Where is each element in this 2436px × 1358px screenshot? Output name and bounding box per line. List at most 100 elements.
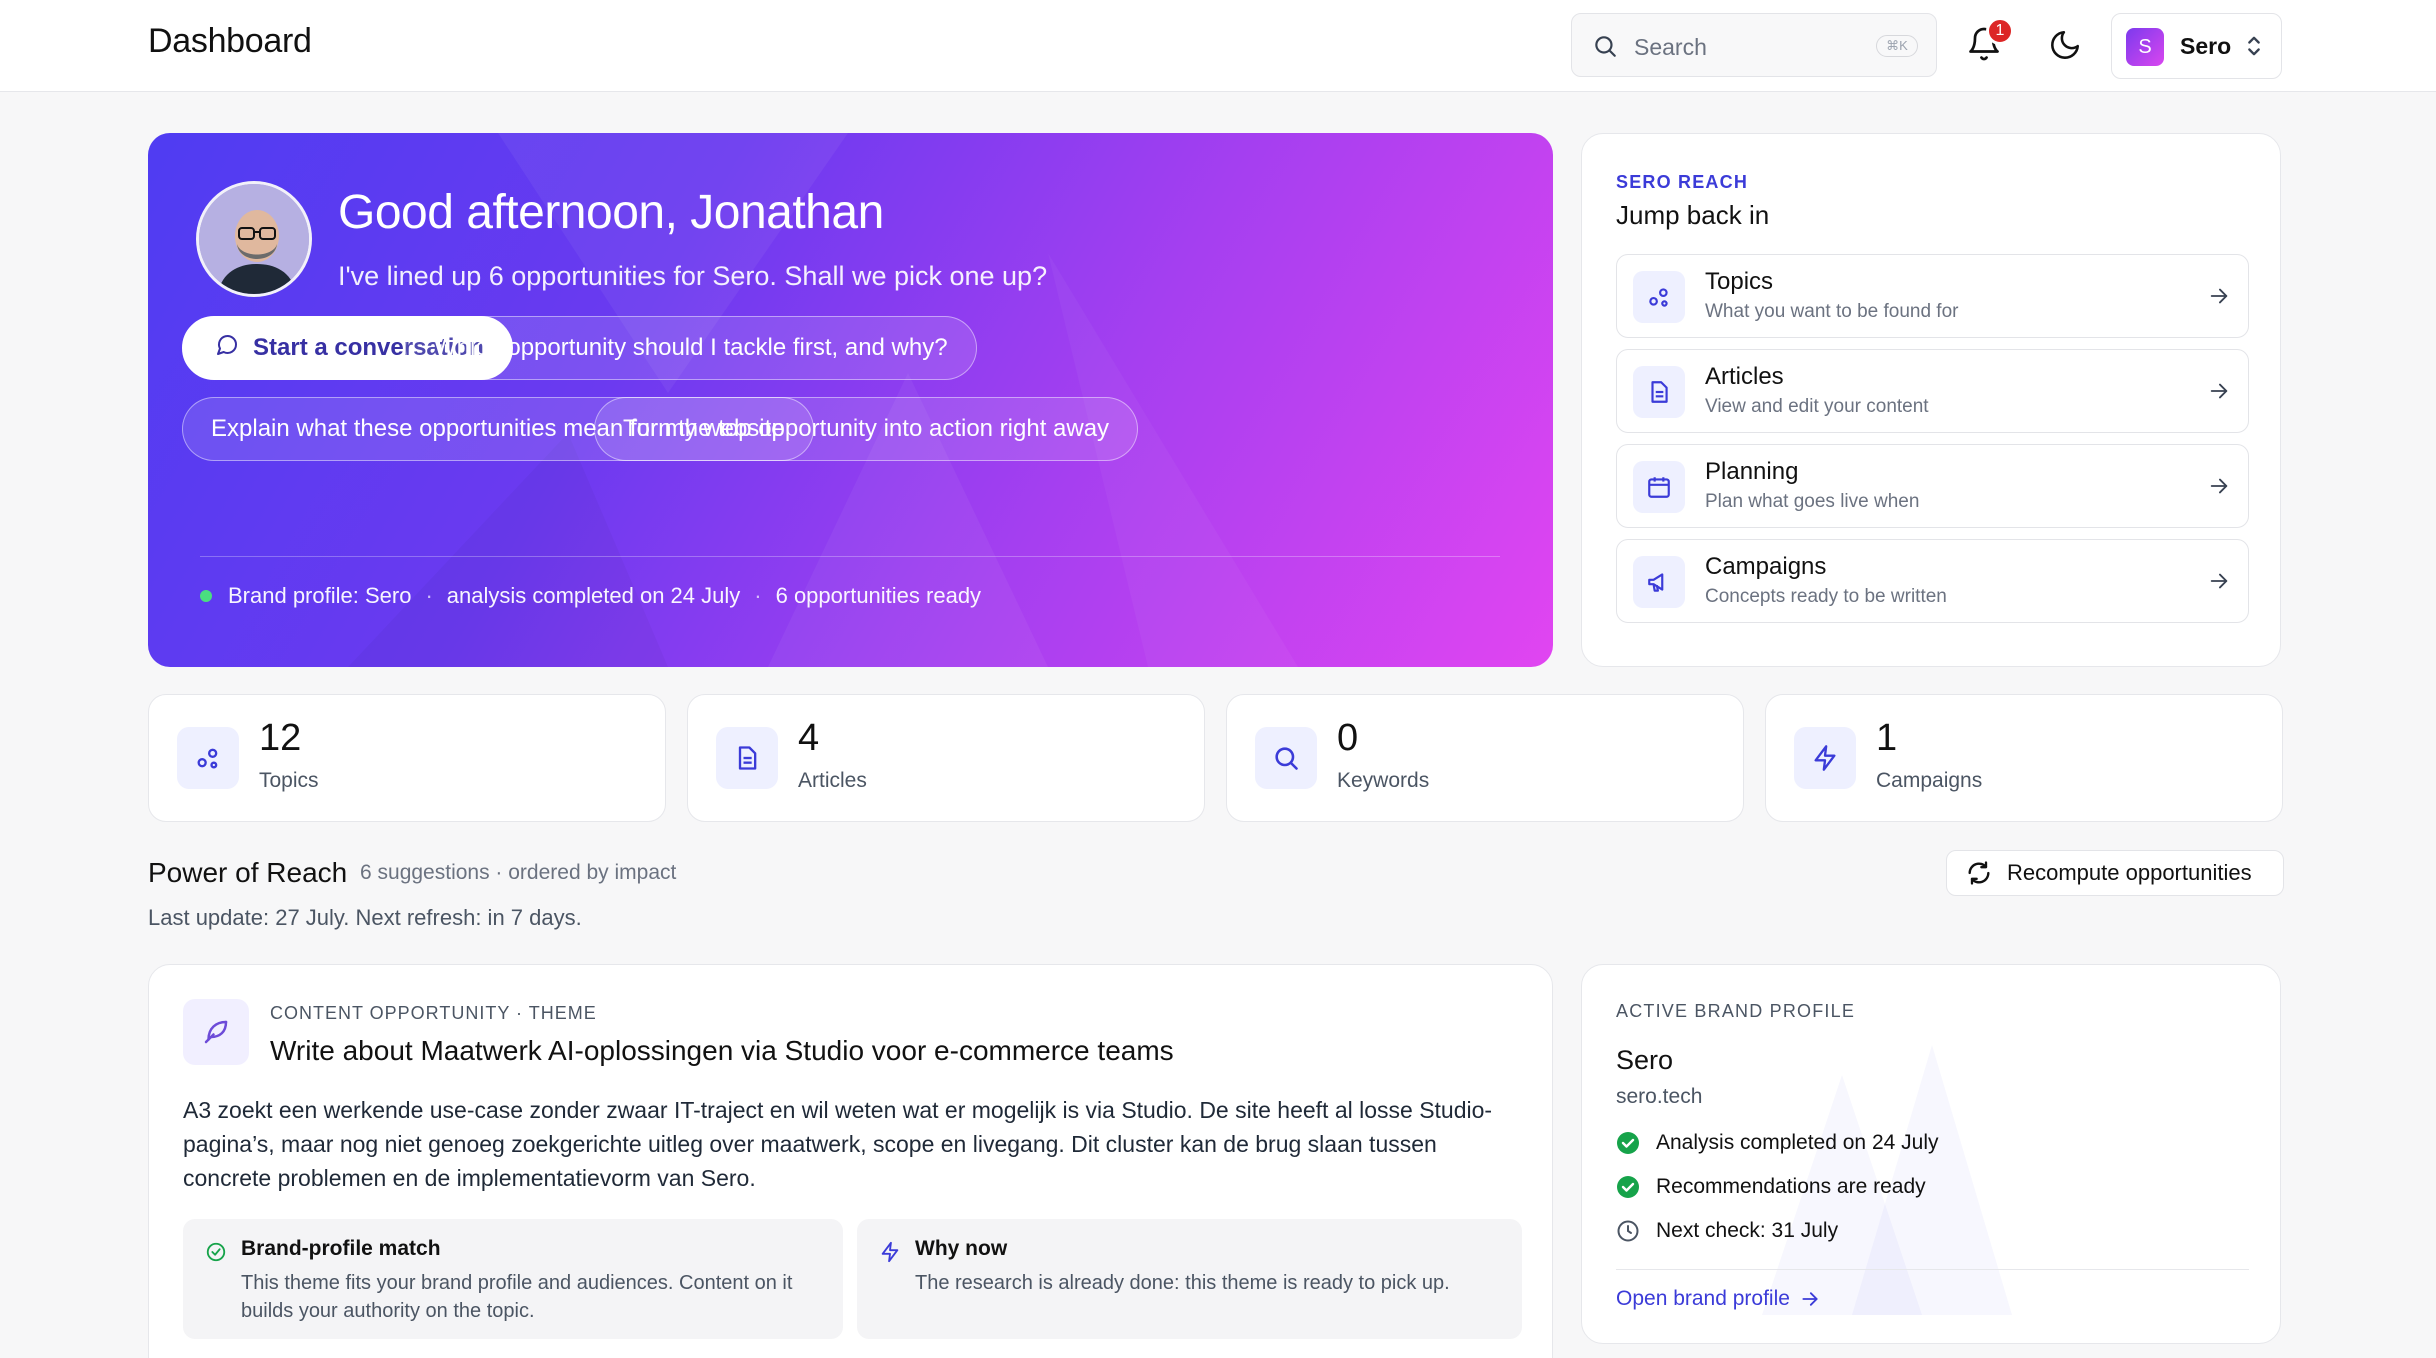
- stat-label: Keywords: [1337, 769, 1430, 792]
- hero-subtitle: I've lined up 6 opportunities for Sero. …: [338, 261, 1048, 291]
- topics-icon: [1633, 271, 1685, 323]
- section-meta: 6 suggestions · ordered by impact: [360, 861, 677, 884]
- nav-card-campaigns[interactable]: Campaigns Concepts ready to be written: [1616, 539, 2249, 623]
- recompute-label: Recompute opportunities: [2007, 860, 2252, 885]
- reason-brand-match: Brand-profile match This theme fits your…: [183, 1219, 843, 1339]
- hero-divider: [200, 556, 1500, 557]
- search-shortcut: ⌘K: [1876, 35, 1918, 57]
- account-switcher[interactable]: S Sero: [2111, 13, 2282, 79]
- reason-why-now: Why now The research is already done: th…: [857, 1219, 1522, 1339]
- reason-title: Why now: [915, 1237, 1008, 1260]
- panel-eyebrow: ACTIVE BRAND PROFILE: [1616, 1001, 1856, 1021]
- panel-title: Jump back in: [1616, 200, 1770, 230]
- arrow-right-icon: [2208, 285, 2230, 312]
- notification-badge: 1: [1986, 17, 2014, 45]
- brand-divider: [1616, 1269, 2249, 1270]
- search-icon: [1592, 33, 1618, 64]
- opportunity-headline: Write about Maatwerk AI-oplossingen via …: [270, 1035, 1174, 1066]
- stat-card-articles[interactable]: 4 Articles: [687, 694, 1205, 822]
- bolt-icon: [1794, 727, 1856, 789]
- status-ready: 6 opportunities ready: [775, 583, 982, 608]
- document-icon: [1633, 366, 1685, 418]
- search-icon: [1255, 727, 1317, 789]
- status-separator: ·: [425, 583, 433, 608]
- stat-card-campaigns[interactable]: 1 Campaigns: [1765, 694, 2283, 822]
- active-brand-profile-panel: ACTIVE BRAND PROFILE Sero sero.tech Anal…: [1581, 964, 2281, 1344]
- nav-card-title: Topics: [1705, 268, 1774, 295]
- top-bar: Dashboard Search ⌘K 1 S Sero: [0, 0, 2436, 92]
- stat-label: Topics: [259, 769, 319, 792]
- open-brand-profile-link[interactable]: Open brand profile: [1616, 1287, 1820, 1311]
- account-avatar: S: [2126, 28, 2164, 66]
- stat-value: 0: [1337, 717, 1359, 759]
- search-input[interactable]: Search ⌘K: [1571, 13, 1937, 77]
- clock-icon: [1616, 1219, 1640, 1243]
- reason-description: The research is already done: this theme…: [915, 1272, 1450, 1294]
- opportunity-eyebrow: CONTENT OPPORTUNITY · THEME: [270, 1003, 597, 1023]
- feather-icon: [183, 999, 249, 1065]
- brand-check-row: Recommendations are ready: [1616, 1175, 1926, 1199]
- reason-title: Brand-profile match: [241, 1237, 441, 1260]
- page-title: Dashboard: [148, 22, 312, 60]
- nav-card-description: Concepts ready to be written: [1705, 586, 1947, 607]
- search-placeholder: Search: [1634, 34, 1707, 60]
- brand-name: Sero: [1616, 1045, 1674, 1075]
- nav-card-title: Articles: [1705, 363, 1784, 390]
- nav-card-topics[interactable]: Topics What you want to be found for: [1616, 254, 2249, 338]
- nav-card-description: What you want to be found for: [1705, 301, 1959, 322]
- opportunity-body: A3 zoekt een werkende use-case zonder zw…: [183, 1097, 1493, 1191]
- moon-icon: [2051, 30, 2080, 59]
- nav-card-articles[interactable]: Articles View and edit your content: [1616, 349, 2249, 433]
- brand-check-row: Analysis completed on 24 July: [1616, 1131, 1939, 1155]
- hero-status-line: Brand profile: Sero · analysis completed…: [200, 583, 981, 609]
- stat-card-topics[interactable]: 12 Topics: [148, 694, 666, 822]
- stat-value: 1: [1876, 717, 1898, 759]
- check-filled-icon: [1616, 1131, 1640, 1155]
- bolt-icon: [879, 1241, 901, 1268]
- suggestion-chip[interactable]: Turn the top opportunity into action rig…: [594, 397, 1139, 461]
- arrow-right-icon: [1800, 1289, 1820, 1309]
- suggestion-chip[interactable]: Which opportunity should I tackle first,…: [405, 316, 977, 380]
- arrow-right-icon: [2208, 475, 2230, 502]
- open-brand-profile-label: Open brand profile: [1616, 1287, 1790, 1310]
- section-title: Power of Reach: [148, 857, 348, 888]
- stat-value: 12: [259, 717, 302, 759]
- stat-value: 4: [798, 717, 820, 759]
- check-filled-icon: [1616, 1175, 1640, 1199]
- hero-banner: Good afternoon, Jonathan I've lined up 6…: [148, 133, 1553, 667]
- stat-card-keywords[interactable]: 0 Keywords: [1226, 694, 1744, 822]
- status-brand: Brand profile: Sero: [228, 583, 412, 608]
- arrow-right-icon: [2208, 570, 2230, 597]
- brand-check-row: Next check: 31 July: [1616, 1219, 1838, 1243]
- status-dot: [200, 590, 212, 602]
- brand-check-text: Next check: 31 July: [1656, 1219, 1839, 1242]
- document-icon: [716, 727, 778, 789]
- status-separator: ·: [754, 583, 762, 608]
- brand-check-text: Recommendations are ready: [1656, 1175, 1926, 1198]
- jump-back-in-panel: SERO REACH Jump back in Topics What you …: [1581, 133, 2281, 667]
- panel-eyebrow: SERO REACH: [1616, 172, 1749, 192]
- nav-card-description: View and edit your content: [1705, 396, 1929, 417]
- topics-icon: [177, 727, 239, 789]
- opportunity-card[interactable]: CONTENT OPPORTUNITY · THEME Write about …: [148, 964, 1553, 1358]
- refresh-icon: [1965, 859, 1993, 887]
- nav-card-planning[interactable]: Planning Plan what goes live when: [1616, 444, 2249, 528]
- stat-label: Campaigns: [1876, 769, 1983, 792]
- hero-greeting: Good afternoon, Jonathan: [338, 186, 884, 239]
- check-circle-icon: [205, 1241, 227, 1268]
- nav-card-title: Campaigns: [1705, 553, 1827, 580]
- reason-description: This theme fits your brand profile and a…: [241, 1272, 793, 1322]
- calendar-icon: [1633, 461, 1685, 513]
- brand-decoration: [1762, 1045, 2012, 1315]
- recompute-opportunities-button[interactable]: Recompute opportunities: [1946, 850, 2284, 896]
- account-name: Sero: [2180, 33, 2232, 59]
- theme-toggle-button[interactable]: [2048, 28, 2084, 64]
- chevron-up-down-icon: [2240, 32, 2268, 65]
- nav-card-description: Plan what goes live when: [1705, 491, 1920, 512]
- nav-card-title: Planning: [1705, 458, 1799, 485]
- last-update-text: Last update: 27 July. Next refresh: in 7…: [148, 905, 582, 930]
- status-analysis: analysis completed on 24 July: [446, 583, 741, 608]
- user-avatar: [196, 181, 312, 297]
- stat-label: Articles: [798, 769, 867, 792]
- brand-domain: sero.tech: [1616, 1085, 1703, 1108]
